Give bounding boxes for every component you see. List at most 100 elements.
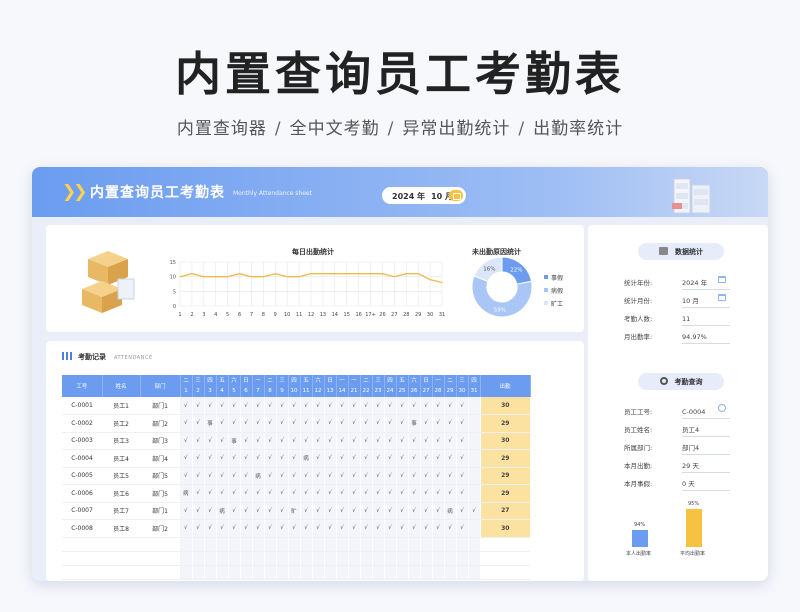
table-header-row: 工号 姓名 部门 二 1 三 2 四 3 五 4 六 5 日 6 一 7 二 8 三 9 四 10 五 11 六 12 日 13 一… xyxy=(62,375,531,397)
attendance-mark-cell: √ xyxy=(180,502,193,520)
x-tick-label: 6 xyxy=(238,312,241,318)
data-point xyxy=(369,273,372,275)
attendance-mark-cell: √ xyxy=(252,397,265,415)
data-point xyxy=(381,273,384,275)
data-point xyxy=(238,273,241,275)
attendance-mark-cell: √ xyxy=(240,519,253,538)
attendance-mark-cell: √ xyxy=(336,432,349,450)
employee-id-cell: C-0005 xyxy=(62,467,102,485)
attendance-mark-cell: √ xyxy=(348,397,361,415)
data-point xyxy=(227,276,229,278)
x-tick-label: 10 xyxy=(284,312,290,318)
charts-panel: 每日出勤统计 0 5 10 15 1 2 3 4 5 6 7 8 9 10 11 12 13 14 15 16 17+ 2… xyxy=(46,225,584,332)
empty-cell xyxy=(480,551,530,566)
empty-cell xyxy=(300,565,313,580)
empty-cell xyxy=(456,537,469,552)
attendance-mark-cell: √ xyxy=(300,397,313,415)
day-column-header: 五 11 xyxy=(300,375,313,397)
weekday-label: 五 xyxy=(219,378,225,384)
records-header: 考勤记录 ATTENDANCE xyxy=(62,352,153,362)
attendance-mark-cell: √ xyxy=(372,467,385,485)
side-panel: 数据统计 统计年份: 2024 年 统计月份: 10 月 考勤人数: 11 月出勤率:… xyxy=(588,225,768,581)
legend-label: 病假 xyxy=(551,288,564,295)
x-tick-label: 14 xyxy=(332,312,338,318)
search-icon[interactable] xyxy=(718,404,726,412)
boxes-illustration xyxy=(82,251,135,313)
day-number: 12 xyxy=(314,388,322,394)
calendar-icon[interactable] xyxy=(718,276,726,283)
attendance-mark-cell xyxy=(468,467,481,485)
day-column-header: 二1 xyxy=(180,375,193,397)
data-point xyxy=(274,273,276,275)
attendance-mark-cell: 事 xyxy=(204,414,217,433)
attendance-mark-cell: √ xyxy=(264,397,277,415)
day-number: 1 xyxy=(184,388,188,394)
x-tick-label: 1 xyxy=(178,312,181,318)
attendance-mark-cell: √ xyxy=(228,397,241,415)
query-label: 所属部门: xyxy=(624,444,653,452)
empty-cell xyxy=(348,551,361,566)
column-header-id: 工号 xyxy=(62,375,103,397)
day-number: 27 xyxy=(422,388,430,394)
attendance-mark-cell: √ xyxy=(456,449,469,468)
rate-bar xyxy=(632,530,648,547)
attendance-mark-cell: √ xyxy=(432,484,445,503)
attendance-mark-cell: √ xyxy=(276,467,289,485)
attendance-mark-cell: √ xyxy=(192,519,205,538)
day-number: 10 xyxy=(290,388,298,394)
attendance-mark-cell: √ xyxy=(312,414,325,433)
day-number: 21 xyxy=(350,388,358,394)
calendar-icon[interactable] xyxy=(449,190,463,201)
attendance-mark-cell: √ xyxy=(312,467,325,485)
day-column-header: 三 30 xyxy=(456,375,469,397)
empty-cell xyxy=(252,565,265,580)
empty-cell xyxy=(372,551,385,566)
data-point xyxy=(191,273,193,275)
day-column-header: 二 22 xyxy=(360,375,373,397)
attendance-mark-cell: √ xyxy=(408,449,421,468)
empty-cell xyxy=(204,537,217,552)
attendance-mark-cell: √ xyxy=(348,467,361,485)
attendance-mark-cell: √ xyxy=(432,397,445,415)
x-tick-label: 15 xyxy=(344,312,350,318)
attendance-mark-cell: √ xyxy=(228,449,241,468)
attendance-mark-cell: √ xyxy=(336,449,349,468)
empty-cell xyxy=(432,565,445,580)
empty-cell xyxy=(240,537,253,552)
empty-cell xyxy=(408,565,421,580)
day-number: 14 xyxy=(338,388,346,394)
attendance-mark-cell: √ xyxy=(372,449,385,468)
attendance-mark-cell: √ xyxy=(324,449,337,468)
empty-cell xyxy=(312,565,325,580)
day-number: 7 xyxy=(256,388,260,394)
employee-id-cell: C-0008 xyxy=(62,519,102,538)
attendance-mark-cell: √ xyxy=(300,519,313,538)
data-point xyxy=(405,273,407,275)
weekday-label: 日 xyxy=(243,378,249,384)
query-heading: 考勤查询 xyxy=(638,373,724,390)
attendance-mark-cell: √ xyxy=(360,449,373,468)
day-column-header: 日 27 xyxy=(420,375,433,397)
empty-cell xyxy=(240,565,253,580)
attendance-mark-cell: √ xyxy=(300,502,313,520)
attendance-mark-cell: √ xyxy=(264,502,277,520)
attendance-mark-cell: √ xyxy=(276,397,289,415)
attendance-mark-cell: √ xyxy=(420,467,433,485)
attendance-mark-cell: 病 xyxy=(300,449,313,468)
attendance-total-cell: 29 xyxy=(480,467,530,485)
department-cell: 部门3 xyxy=(140,432,180,450)
empty-cell xyxy=(62,565,102,580)
employee-name-cell: 员工1 xyxy=(102,397,140,415)
pie-value-label: 22% xyxy=(510,268,522,274)
month-selector[interactable]: 2024 年 10 月 xyxy=(382,187,466,204)
attendance-total-cell: 27 xyxy=(480,502,530,520)
data-point xyxy=(298,276,300,278)
y-tick-label: 5 xyxy=(173,289,176,295)
subtitle-part: 全中文考勤 xyxy=(289,119,380,139)
table-row: C-0004 员工4 部门4 √ √ √ √ √ √ √ √ √ √ 病 √ √ √ √ √ √ √ √ √ √ √ √ √ 29 xyxy=(62,449,530,468)
empty-cell xyxy=(140,537,180,552)
empty-cell xyxy=(192,565,205,580)
calendar-icon[interactable] xyxy=(718,294,726,301)
attendance-mark-cell: √ xyxy=(420,432,433,450)
stats-title: 数据统计 xyxy=(675,248,703,256)
